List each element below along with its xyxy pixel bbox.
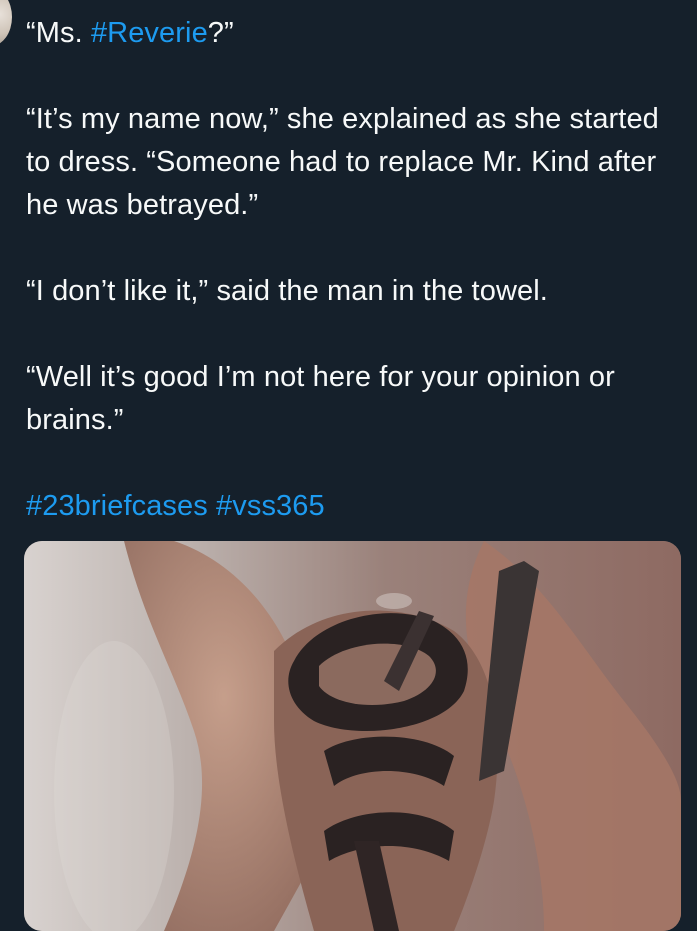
tweet-hashtags: #23briefcases #vss365 — [26, 485, 686, 528]
tweet-paragraph-3: “I don’t like it,” said the man in the t… — [26, 275, 548, 307]
hashtag-link-reverie[interactable]: #Reverie — [91, 17, 208, 49]
tweet-line-1: “Ms. #Reverie?” — [26, 12, 686, 55]
tweet-paragraph-4: “Well it’s good I’m not here for your op… — [26, 361, 615, 436]
quote-text: “Ms. — [26, 17, 91, 49]
tweet-text: “Ms. #Reverie?” “It’s my name now,” she … — [26, 12, 686, 528]
hashtag-link-23briefcases[interactable]: #23briefcases — [26, 490, 208, 522]
hashtag-link-vss365[interactable]: #vss365 — [216, 490, 325, 522]
avatar[interactable] — [0, 0, 12, 46]
quote-text: ?” — [207, 17, 234, 49]
tweet-paragraph-2: “It’s my name now,” she explained as she… — [26, 103, 659, 221]
tweet-media-photo[interactable] — [24, 541, 681, 931]
